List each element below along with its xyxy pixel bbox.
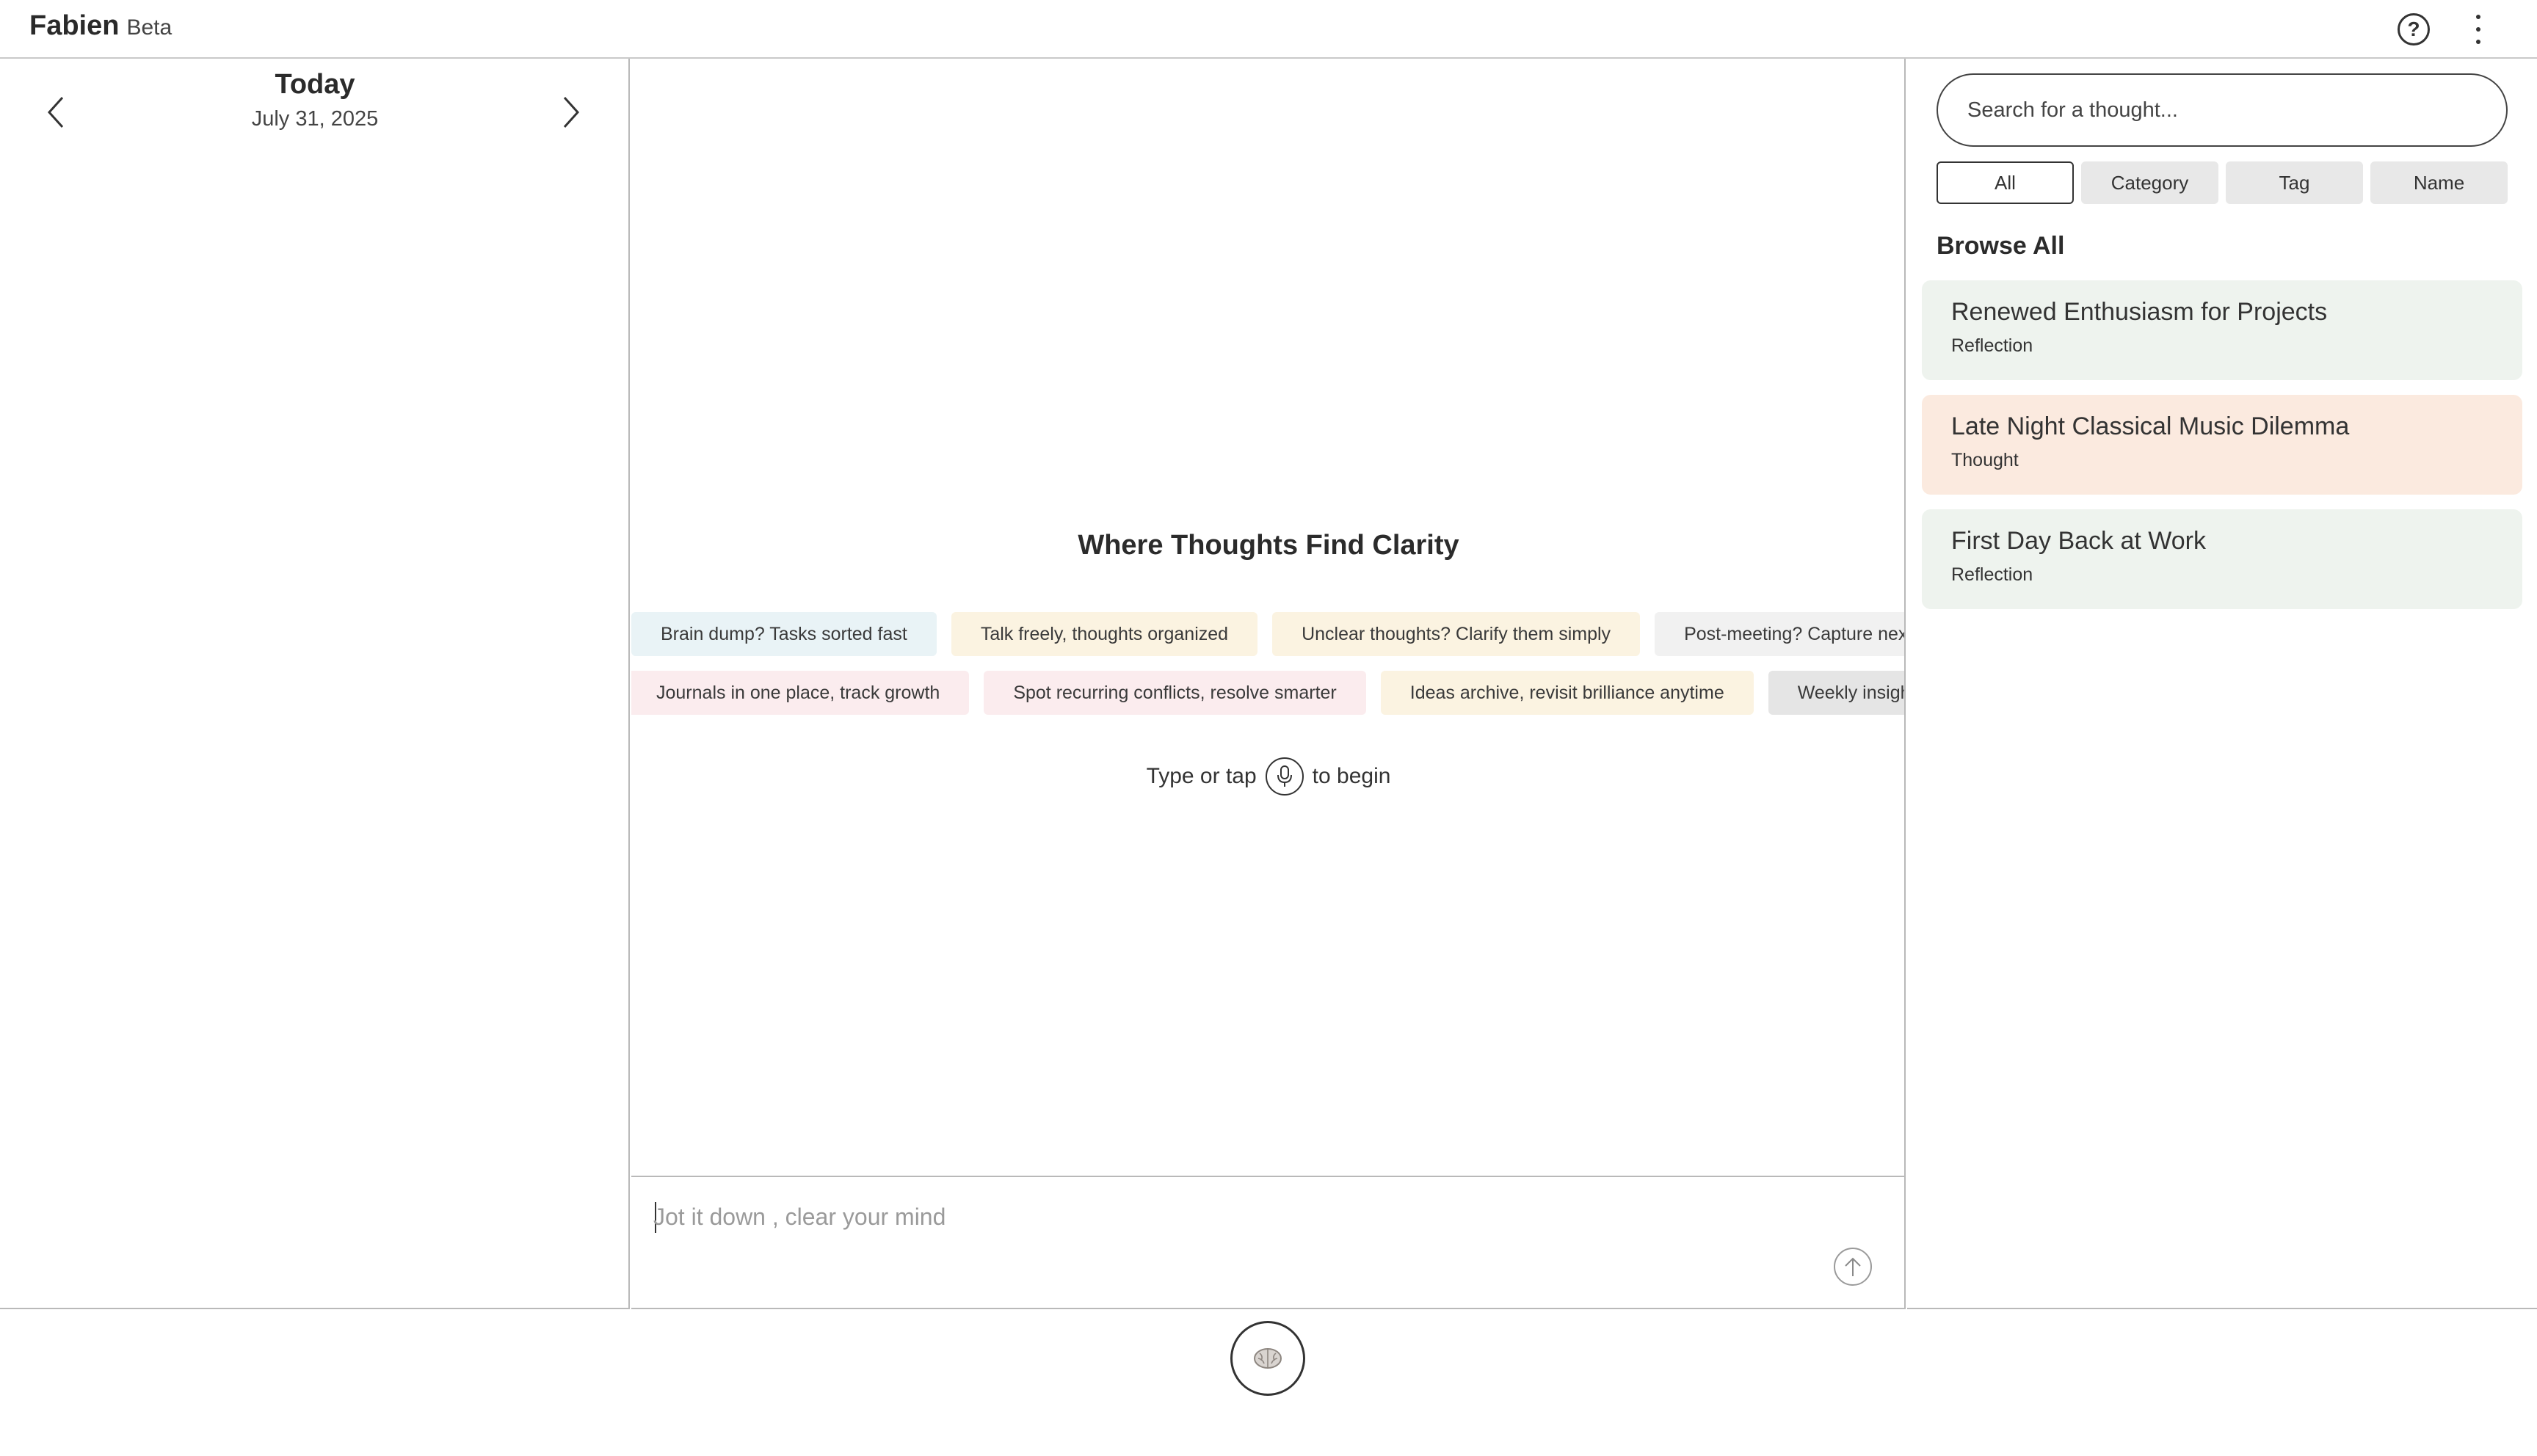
suggestion-chip[interactable]: Journals in one place, track growth — [631, 671, 970, 715]
date-heading: Today — [275, 69, 355, 100]
top-bar: Fabien Beta ? — [0, 0, 2537, 59]
suggestion-chip[interactable]: Spot recurring conflicts, resolve smarte… — [984, 671, 1366, 715]
thought-card[interactable]: First Day Back at Work Reflection — [1922, 509, 2522, 609]
filter-tabs: All Category Tag Name — [1937, 161, 2508, 204]
chevron-right-icon[interactable] — [549, 87, 593, 138]
suggestion-row-1: Brain dump? Tasks sorted fast Talk freel… — [631, 612, 1904, 656]
thought-card[interactable]: Renewed Enthusiasm for Projects Reflecti… — [1922, 280, 2522, 380]
suggestion-chip[interactable]: Brain dump? Tasks sorted fast — [631, 612, 937, 656]
thought-title: First Day Back at Work — [1951, 527, 2206, 555]
browse-heading: Browse All — [1937, 232, 2065, 260]
date-label: July 31, 2025 — [251, 107, 379, 131]
suggestion-chip[interactable]: Talk freely, thoughts organized — [951, 612, 1258, 656]
microphone-icon[interactable] — [1265, 757, 1304, 796]
thought-card[interactable]: Late Night Classical Music Dilemma Thoug… — [1922, 395, 2522, 495]
begin-suffix: to begin — [1312, 764, 1391, 788]
headline: Where Thoughts Find Clarity — [1078, 530, 1459, 561]
thought-title: Late Night Classical Music Dilemma — [1951, 412, 2350, 440]
filter-name[interactable]: Name — [2370, 161, 2508, 204]
help-icon[interactable]: ? — [2398, 13, 2430, 46]
app-name: Fabien — [29, 10, 120, 41]
date-panel: Today July 31, 2025 — [0, 59, 630, 1309]
search-input[interactable] — [1937, 73, 2508, 147]
suggestion-chip[interactable]: Weekly insights — [1768, 671, 1904, 715]
browse-panel: All Category Tag Name Browse All Renewed… — [1907, 59, 2537, 1309]
begin-prefix: Type or tap — [1146, 764, 1257, 788]
brand: Fabien Beta — [29, 10, 172, 42]
brain-icon[interactable] — [1230, 1321, 1305, 1396]
thought-input[interactable] — [653, 1196, 1799, 1237]
thought-title: Renewed Enthusiasm for Projects — [1951, 298, 2328, 326]
suggestion-chip[interactable]: Ideas archive, revisit brilliance anytim… — [1380, 671, 1754, 715]
thought-category: Thought — [1951, 450, 2019, 470]
suggestion-chip[interactable]: Post-meeting? Capture next steps — [1655, 612, 1904, 656]
thought-category: Reflection — [1951, 564, 2033, 585]
compose-area — [631, 1176, 1906, 1309]
beta-badge: Beta — [126, 15, 173, 40]
filter-tag[interactable]: Tag — [2226, 161, 2363, 204]
filter-all[interactable]: All — [1937, 161, 2074, 204]
suggestion-row-2: Journals in one place, track growth Spot… — [631, 671, 1904, 715]
arrow-up-icon[interactable] — [1834, 1248, 1872, 1286]
thought-list: Renewed Enthusiasm for Projects Reflecti… — [1922, 280, 2522, 609]
app-root: Fabien Beta ? Today July 31, 2025 Where … — [0, 0, 2537, 1456]
main-canvas: Where Thoughts Find Clarity Brain dump? … — [631, 59, 1906, 1176]
thought-category: Reflection — [1951, 335, 2033, 356]
suggestion-chip[interactable]: Unclear thoughts? Clarify them simply — [1272, 612, 1641, 656]
filter-category[interactable]: Category — [2081, 161, 2218, 204]
more-vertical-icon[interactable] — [2464, 12, 2493, 47]
begin-hint: Type or tap to begin — [631, 757, 1904, 796]
